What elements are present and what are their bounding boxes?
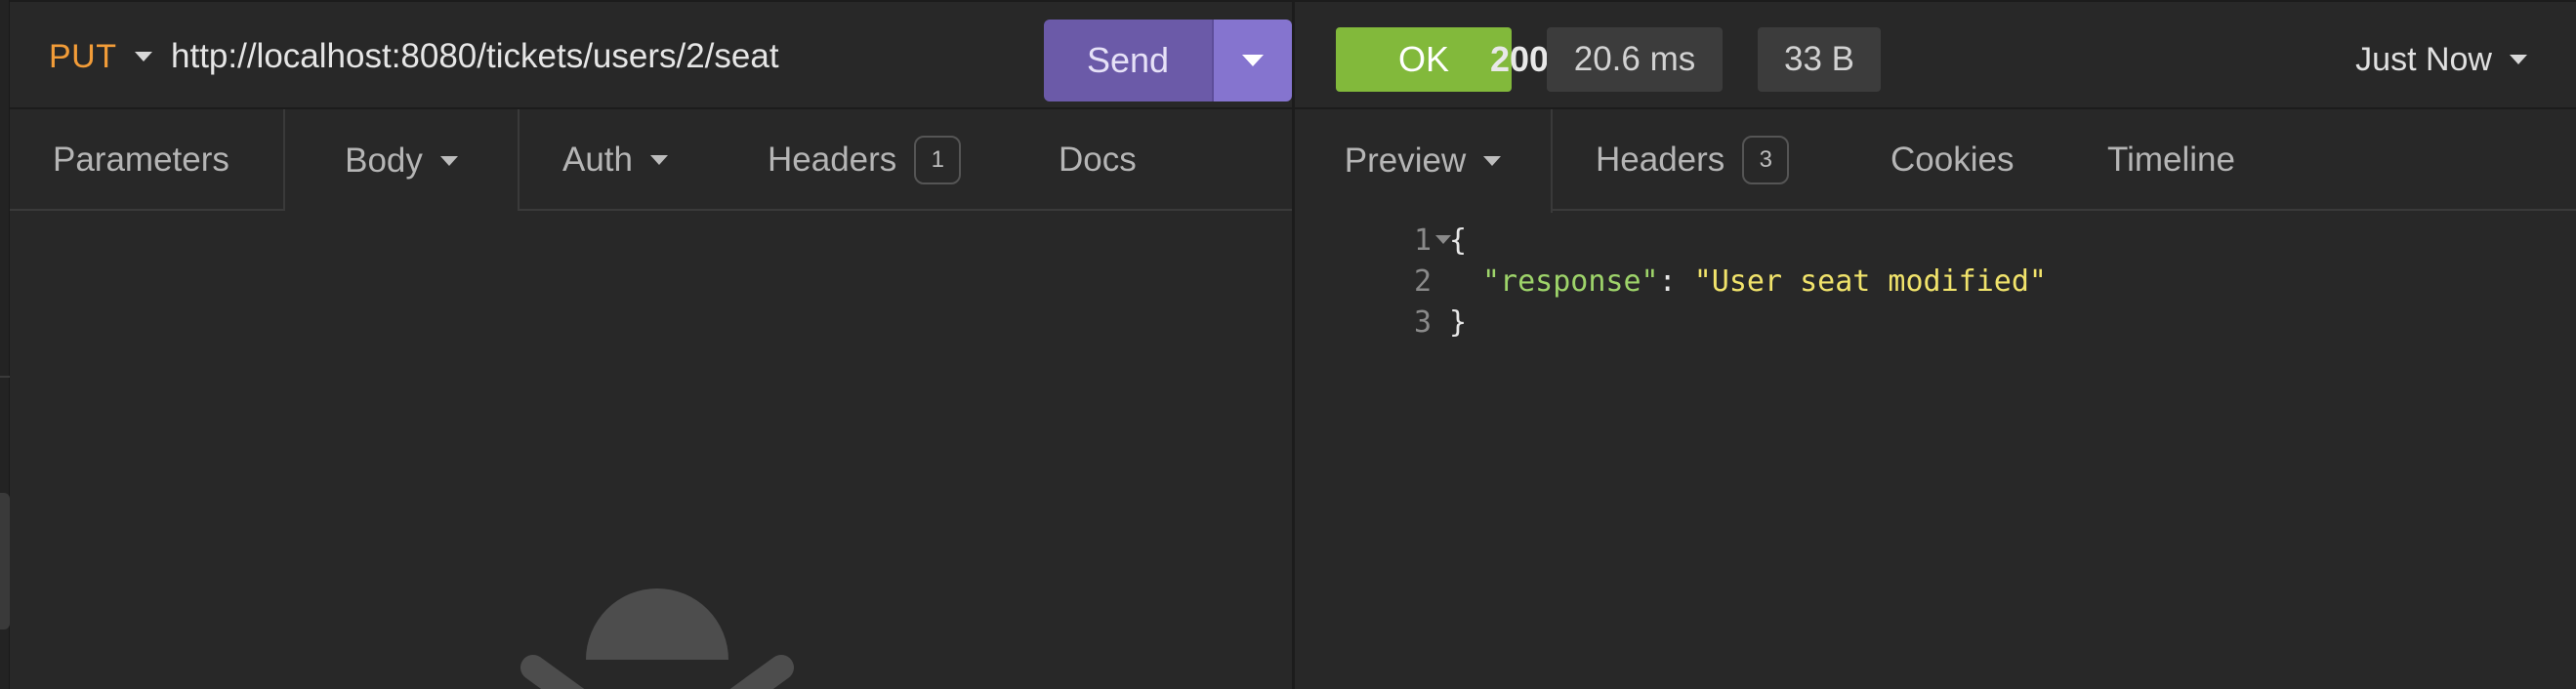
history-label: Just Now	[2355, 40, 2492, 78]
tab-cookies[interactable]: Cookies	[1890, 109, 2014, 211]
response-time-badge: 20.6 ms	[1547, 27, 1723, 92]
tab-label: Body	[345, 142, 423, 180]
response-size-badge: 33 B	[1758, 27, 1881, 92]
chevron-down-icon	[439, 156, 458, 166]
tab-label: Parameters	[53, 141, 229, 179]
line-number: 1	[1413, 223, 1432, 258]
chevron-down-icon	[2510, 55, 2527, 64]
request-tabs: Parameters Body Auth Headers 1 Docs	[10, 109, 1292, 213]
tab-body[interactable]: Body	[283, 109, 519, 213]
request-body-area	[10, 211, 1292, 689]
send-button[interactable]: Send	[1044, 20, 1212, 101]
empty-body-illustration	[520, 588, 794, 689]
headers-count-badge: 1	[914, 136, 962, 184]
chevron-down-icon	[1242, 55, 1264, 66]
status-text: OK	[1397, 39, 1449, 79]
edge-divider	[0, 376, 10, 378]
status-badge: 200 OK	[1336, 27, 1549, 92]
chevron-down-icon	[134, 52, 152, 61]
code-text: {	[1449, 223, 1468, 258]
insomnia-app: PUT http://localhost:8080/tickets/users/…	[0, 0, 2576, 689]
tab-docs[interactable]: Docs	[1059, 109, 1137, 211]
response-pane: 200 OK 20.6 ms 33 B Just Now Preview Hea…	[1295, 0, 2576, 689]
tab-label: Timeline	[2107, 141, 2235, 179]
tab-label: Headers	[768, 141, 897, 179]
code-line: 2 "response": "User seat modified"	[1295, 261, 2576, 302]
edge-scroll-handle[interactable]	[0, 493, 10, 629]
code-text: }	[1449, 304, 1468, 340]
tab-auth[interactable]: Auth	[562, 109, 668, 211]
url-bar: PUT http://localhost:8080/tickets/users/…	[10, 0, 1292, 109]
code-text: "response": "User seat modified"	[1482, 264, 2047, 299]
tab-preview[interactable]: Preview	[1295, 109, 1553, 213]
status-code: 200	[1490, 39, 1550, 79]
response-status-bar: 200 OK 20.6 ms 33 B Just Now	[1295, 0, 2576, 109]
response-tabs: Preview Headers 3 Cookies Timeline	[1295, 109, 2576, 213]
sidebar-edge	[0, 0, 10, 689]
send-options-button[interactable]	[1212, 20, 1292, 101]
tab-headers[interactable]: Headers 1	[768, 109, 962, 211]
history-dropdown[interactable]: Just Now	[2355, 35, 2527, 84]
tab-parameters[interactable]: Parameters	[53, 109, 229, 211]
code-line: 1 {	[1295, 220, 2576, 261]
json-key: "response"	[1482, 263, 1659, 299]
tab-label: Preview	[1344, 142, 1467, 180]
method-dropdown[interactable]: PUT	[49, 35, 152, 78]
tab-label: Docs	[1059, 141, 1137, 179]
json-separator: :	[1658, 263, 1694, 299]
url-input[interactable]: http://localhost:8080/tickets/users/2/se…	[171, 35, 1030, 78]
tab-label: Cookies	[1890, 141, 2015, 179]
tab-label: Headers	[1596, 141, 1725, 179]
line-number: 3	[1413, 304, 1432, 340]
headers-count-badge: 3	[1742, 136, 1790, 184]
chevron-down-icon	[1483, 156, 1502, 166]
tab-label: Auth	[562, 141, 633, 179]
chevron-down-icon	[650, 155, 668, 165]
response-body-viewer[interactable]: 1 { 2 "response": "User seat modified" 3…	[1295, 211, 2576, 689]
code-line: 3 }	[1295, 302, 2576, 343]
tab-response-headers[interactable]: Headers 3	[1596, 109, 1790, 211]
request-pane: PUT http://localhost:8080/tickets/users/…	[10, 0, 1292, 689]
line-number: 2	[1413, 263, 1432, 299]
json-string-value: "User seat modified"	[1693, 263, 2047, 299]
tab-timeline[interactable]: Timeline	[2107, 109, 2235, 211]
method-label: PUT	[49, 37, 117, 75]
send-button-group: Send	[1044, 20, 1292, 101]
